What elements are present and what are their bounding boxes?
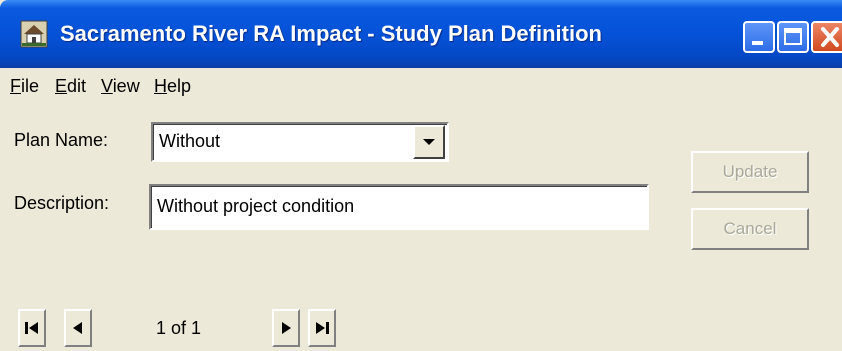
menu-help[interactable]: Help (154, 68, 191, 104)
title-bar[interactable]: Sacramento River RA Impact - Study Plan … (0, 0, 842, 68)
description-value: Without project condition (157, 196, 355, 216)
next-record-button[interactable] (272, 309, 300, 347)
plan-name-value: Without (159, 131, 221, 151)
close-icon (821, 27, 839, 47)
study-plan-window: Sacramento River RA Impact - Study Plan … (0, 0, 842, 351)
minimize-button[interactable] (743, 21, 775, 53)
menu-file[interactable]: File (10, 68, 39, 104)
description-input[interactable]: Without project condition (149, 184, 649, 230)
menu-edit[interactable]: Edit (55, 68, 86, 104)
previous-record-button[interactable] (64, 309, 92, 347)
update-button[interactable]: Update (691, 151, 809, 193)
previous-record-icon (73, 322, 82, 334)
minimize-icon (752, 41, 763, 45)
first-record-icon (25, 322, 38, 334)
last-record-button[interactable] (308, 309, 336, 347)
last-record-icon (316, 322, 329, 334)
next-record-icon (282, 322, 291, 334)
record-navigator: 1 of 1 (0, 305, 842, 351)
plan-name-dropdown-button[interactable] (413, 125, 445, 159)
window-title: Sacramento River RA Impact - Study Plan … (60, 21, 602, 46)
close-button[interactable] (811, 21, 842, 53)
window-app-icon[interactable] (20, 20, 48, 48)
maximize-button[interactable] (777, 21, 809, 53)
plan-name-label: Plan Name: (14, 130, 109, 150)
record-position: 1 of 1 (156, 318, 202, 338)
dropdown-arrow-icon (423, 139, 435, 145)
description-label: Description: (14, 193, 110, 213)
maximize-icon (784, 28, 802, 45)
plan-name-combobox[interactable]: Without (151, 122, 449, 162)
menu-view[interactable]: View (101, 68, 140, 104)
first-record-button[interactable] (18, 309, 46, 347)
cancel-button[interactable]: Cancel (691, 208, 809, 250)
menu-bar: File Edit View Help (0, 68, 842, 104)
